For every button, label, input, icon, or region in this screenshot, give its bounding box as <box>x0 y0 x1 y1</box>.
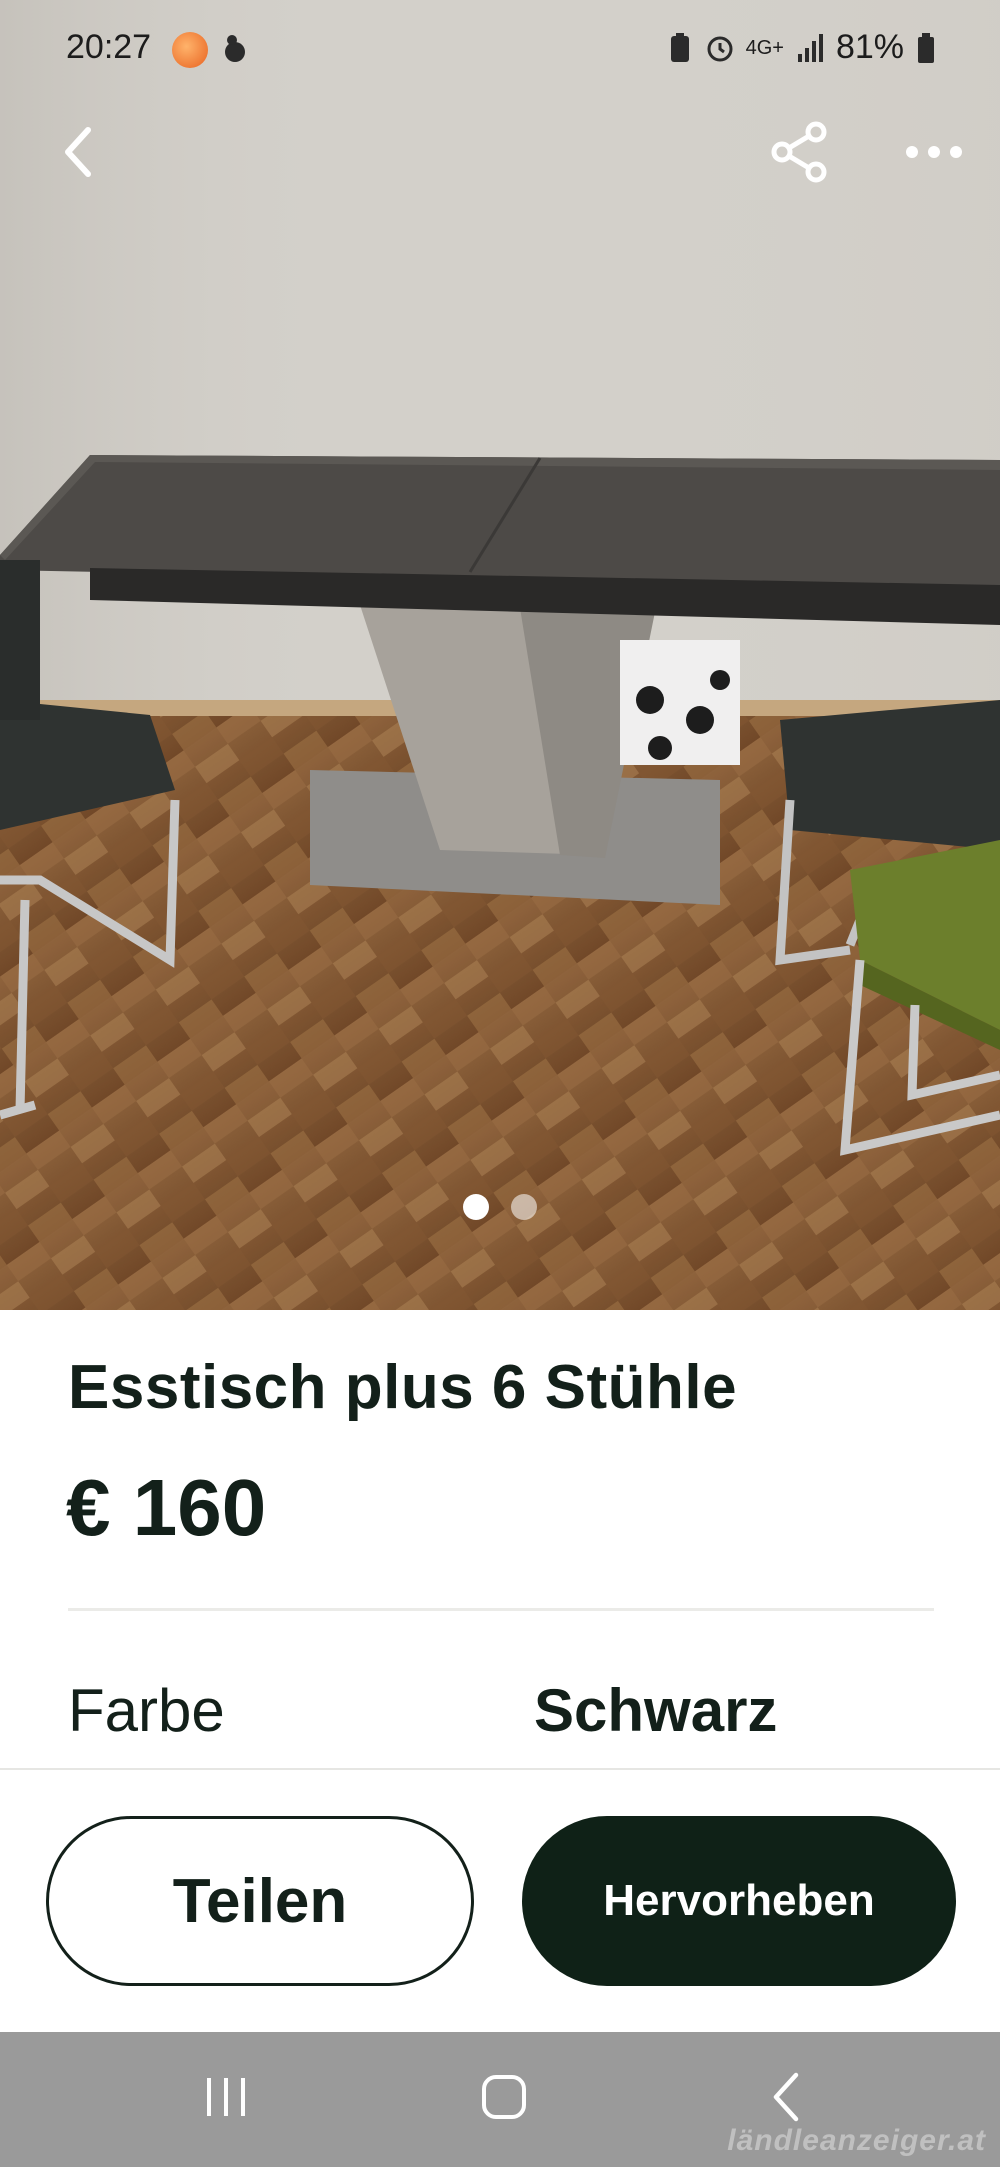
alarm-icon <box>707 36 733 61</box>
chevron-left-icon <box>65 127 91 177</box>
more-options-button[interactable] <box>894 112 974 192</box>
home-button[interactable] <box>464 2062 544 2132</box>
battery-saver-icon <box>670 32 689 62</box>
more-horizontal-icon <box>906 146 962 158</box>
gallery-dot-active[interactable] <box>463 1194 489 1220</box>
notification-icon <box>225 35 245 62</box>
action-bar: Teilen Hervorheben <box>0 1768 1000 2034</box>
highlight-listing-button[interactable]: Hervorheben <box>522 1816 956 1986</box>
watermark: ländleanzeiger.at <box>727 2124 986 2157</box>
gallery-pagination <box>0 1194 1000 1220</box>
dining-table-photo <box>0 0 1000 1310</box>
battery-icon <box>918 32 934 63</box>
recents-button[interactable] <box>186 2062 266 2132</box>
share-listing-button[interactable]: Teilen <box>46 1816 474 1986</box>
network-type: 4G+ <box>745 36 784 59</box>
home-icon <box>482 2075 526 2119</box>
battery-percentage: 81% <box>835 28 904 66</box>
attribute-value-color: Schwarz <box>534 1677 778 1744</box>
share-button[interactable] <box>760 112 840 192</box>
status-time: 20:27 <box>66 28 152 66</box>
listing-title: Esstisch plus 6 Stühle <box>68 1353 738 1422</box>
app-notification-icon <box>172 32 208 68</box>
status-bar: 20:27 4G+ 81% <box>0 0 1000 96</box>
attribute-label-color: Farbe <box>68 1677 225 1744</box>
back-button[interactable] <box>38 112 118 192</box>
listing-photo[interactable]: 20:27 4G+ 81% <box>0 0 1000 1310</box>
back-icon <box>773 2072 799 2122</box>
gallery-dot[interactable] <box>511 1194 537 1220</box>
listing-price: € 160 <box>66 1463 267 1552</box>
divider <box>68 1608 934 1611</box>
recents-icon <box>207 2078 245 2116</box>
signal-icon <box>797 33 823 62</box>
share-icon <box>771 121 827 183</box>
status-icons: 4G+ 81% <box>666 28 936 67</box>
system-back-button[interactable] <box>746 2062 826 2132</box>
